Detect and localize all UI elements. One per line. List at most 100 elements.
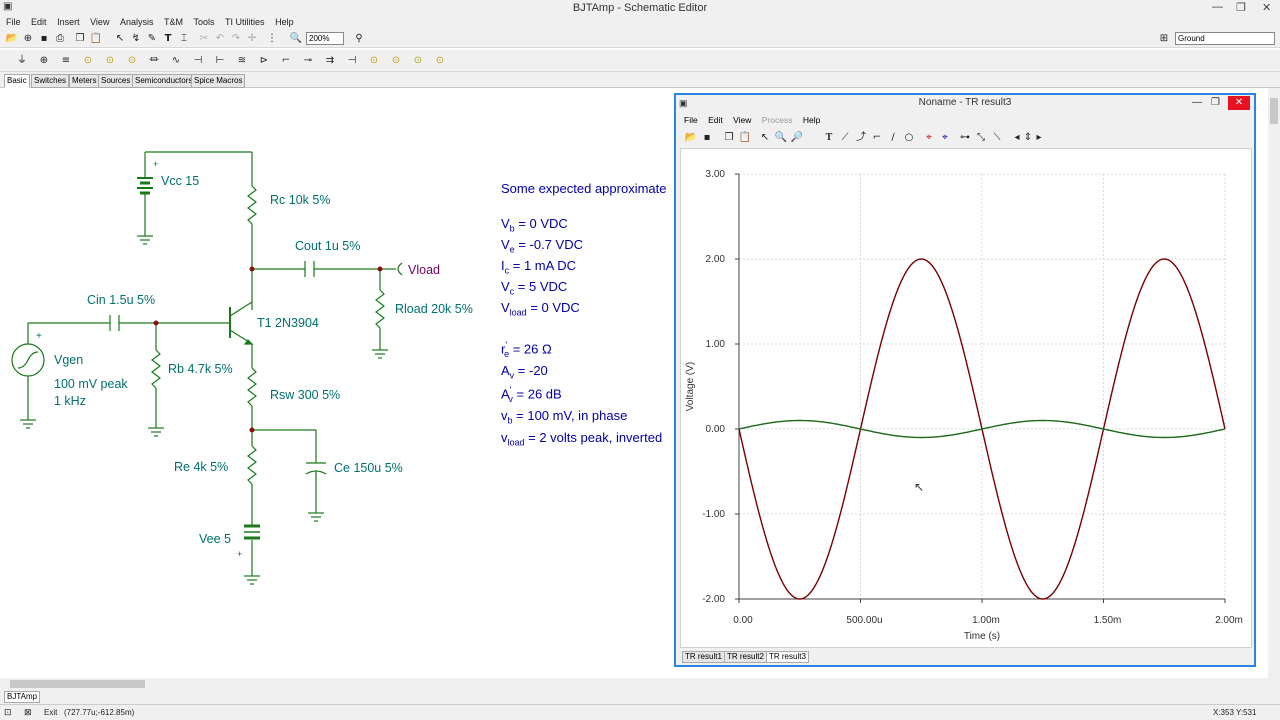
paste-icon[interactable]: 📋 <box>89 32 103 46</box>
menu-tm[interactable]: T&M <box>164 16 183 28</box>
component-icon[interactable]: ⊞ <box>1157 32 1171 46</box>
result-copy-icon[interactable]: ❐ <box>722 131 736 145</box>
result-maximize-button[interactable]: ❐ <box>1211 95 1220 111</box>
menu-view[interactable]: View <box>90 16 109 28</box>
exit-button[interactable]: Exit <box>44 708 57 717</box>
menu-analysis[interactable]: Analysis <box>120 16 154 28</box>
tab-tr-result3[interactable]: TR result3 <box>766 651 809 663</box>
re-label[interactable]: Re 4k 5% <box>174 460 228 474</box>
result-menu-edit[interactable]: Edit <box>708 113 723 127</box>
menu-help[interactable]: Help <box>275 16 294 28</box>
result-minimize-button[interactable]: — <box>1192 95 1202 111</box>
inductor-icon[interactable]: ∿ <box>169 54 183 68</box>
ac-source-icon[interactable]: ⊙ <box>103 54 117 68</box>
battery-icon[interactable]: ≡ <box>59 54 73 68</box>
minimize-button[interactable]: — <box>1212 1 1223 13</box>
wattmeter-icon[interactable]: ⊙ <box>411 54 425 68</box>
tab-semiconductors[interactable]: Semiconductors <box>132 74 196 88</box>
result-menu-help[interactable]: Help <box>803 113 820 127</box>
t1-label[interactable]: T1 2N3904 <box>257 316 319 330</box>
print-icon[interactable]: ⎙ <box>53 32 67 46</box>
open-icon[interactable]: 📂 <box>5 32 19 46</box>
tab-spice-macros[interactable]: Spice Macros <box>191 74 246 88</box>
result-close-button[interactable]: ✕ <box>1228 96 1250 110</box>
text-icon[interactable]: T <box>161 32 175 46</box>
vcc-label[interactable]: Vcc 15 <box>161 174 199 188</box>
search-icon[interactable]: ⊕ <box>21 32 35 46</box>
menu-ti-utilities[interactable]: TI Utilities <box>225 16 265 28</box>
diode-icon[interactable]: ⊳ <box>257 54 271 68</box>
vgen-label[interactable]: Vgen <box>54 353 83 367</box>
pointer-icon[interactable]: ↖ <box>113 32 127 46</box>
zoom-select[interactable]: 200% <box>306 32 344 45</box>
voltmeter-icon[interactable]: ⊙ <box>367 54 381 68</box>
plot-area[interactable]: 3.00 2.00 1.00 0.00 -1.00 -2.00 0.00 500.00u 1.0… <box>680 148 1252 648</box>
result-save-icon[interactable]: ▪ <box>700 131 714 145</box>
tab-tr-result1[interactable]: TR result1 <box>682 651 725 663</box>
copy-icon[interactable]: ❐ <box>73 32 87 46</box>
zoom-icon[interactable]: 🔍 <box>289 32 303 46</box>
result-line-icon[interactable]: ⟋ <box>838 131 852 145</box>
document-tab-bjtamp[interactable]: BJTAmp <box>4 691 41 703</box>
result-text-icon[interactable]: T <box>822 131 836 145</box>
relay-icon[interactable]: ⊸ <box>301 54 315 68</box>
result-cursor-a-icon[interactable]: ⌖ <box>922 131 936 145</box>
result-curve-icon[interactable]: ⤴ <box>854 131 868 145</box>
result-pointer-icon[interactable]: ↖ <box>758 131 772 145</box>
cin-label[interactable]: Cin 1.5u 5% <box>87 293 155 307</box>
redo-icon[interactable]: ↷ <box>229 32 243 46</box>
voltage-source-icon[interactable]: ⊕ <box>37 54 51 68</box>
result-measure-icon[interactable]: ⊶ <box>958 131 972 145</box>
waveform-chart[interactable]: 3.00 2.00 1.00 0.00 -1.00 -2.00 0.00 500.00u 1.0… <box>681 149 1251 647</box>
result-draw-icon[interactable]: ⤡ <box>974 131 988 145</box>
result-slope-icon[interactable]: ⟍ <box>990 131 1004 145</box>
switch-icon[interactable]: ⌐ <box>279 54 293 68</box>
maximize-button[interactable]: ❐ <box>1236 1 1246 14</box>
terminal-icon[interactable]: ⊣ <box>345 54 359 68</box>
result-next-icon[interactable]: ▸ <box>1032 131 1046 145</box>
wire-icon[interactable]: ↯ <box>129 32 143 46</box>
result-zoom-in-icon[interactable]: 🔍 <box>774 131 788 145</box>
menu-edit[interactable]: Edit <box>31 16 47 28</box>
vertical-scrollbar[interactable] <box>1268 88 1280 678</box>
ground-select[interactable]: Ground <box>1175 32 1275 45</box>
tab-tr-result2[interactable]: TR result2 <box>724 651 767 663</box>
horizontal-scroll-thumb[interactable] <box>10 680 145 688</box>
ground-icon[interactable]: ⏚ <box>15 54 29 68</box>
result-zoom-out-icon[interactable]: 🔎 <box>790 131 804 145</box>
pencil-icon[interactable]: ✎ <box>145 32 159 46</box>
horizontal-scrollbar[interactable] <box>0 678 1280 690</box>
polar-capacitor-icon[interactable]: ⊢ <box>213 54 227 68</box>
meter-icon[interactable]: ⊙ <box>125 54 139 68</box>
label-icon[interactable]: ⌶ <box>177 32 191 46</box>
vee-label[interactable]: Vee 5 <box>199 532 231 546</box>
transformer-icon[interactable]: ≋ <box>235 54 249 68</box>
ce-label[interactable]: Ce 150u 5% <box>334 461 403 475</box>
result-cursor-b-icon[interactable]: ⌖ <box>938 131 952 145</box>
result-menu-process[interactable]: Process <box>762 113 793 127</box>
result-menu-file[interactable]: File <box>684 113 698 127</box>
rsw-label[interactable]: Rsw 300 5% <box>270 388 340 402</box>
current-source-icon[interactable]: ⊙ <box>81 54 95 68</box>
rc-label[interactable]: Rc 10k 5% <box>270 193 330 207</box>
tab-switches[interactable]: Switches <box>31 74 70 88</box>
capacitor-icon[interactable]: ⊣ <box>191 54 205 68</box>
menu-insert[interactable]: Insert <box>57 16 80 28</box>
ammeter-icon[interactable]: ⊙ <box>389 54 403 68</box>
grid-icon[interactable]: ⋮ <box>265 32 279 46</box>
cout-label[interactable]: Cout 1u 5% <box>295 239 360 253</box>
vertical-scroll-thumb[interactable] <box>1270 98 1278 124</box>
move-icon[interactable]: ✛ <box>245 32 259 46</box>
status-icon[interactable]: ⊡ <box>4 707 12 718</box>
result-window[interactable]: ▣ Noname - TR result3 — ❐ ✕ File Edit Vi… <box>674 93 1256 667</box>
expected-values-note[interactable]: Some expected approximate Vb = 0 VDC Ve … <box>501 181 674 456</box>
result-step-icon[interactable]: ⌐ <box>870 131 884 145</box>
close-button[interactable]: ✕ <box>1262 1 1271 14</box>
result-circle-icon[interactable]: ○ <box>902 131 916 145</box>
rb-label[interactable]: Rb 4.7k 5% <box>168 362 233 376</box>
resistor-icon[interactable]: ⏛ <box>147 54 161 68</box>
result-menu-view[interactable]: View <box>733 113 751 127</box>
tab-sources[interactable]: Sources <box>98 74 134 88</box>
rload-label[interactable]: Rload 20k 5% <box>395 302 473 316</box>
undo-icon[interactable]: ↶ <box>213 32 227 46</box>
